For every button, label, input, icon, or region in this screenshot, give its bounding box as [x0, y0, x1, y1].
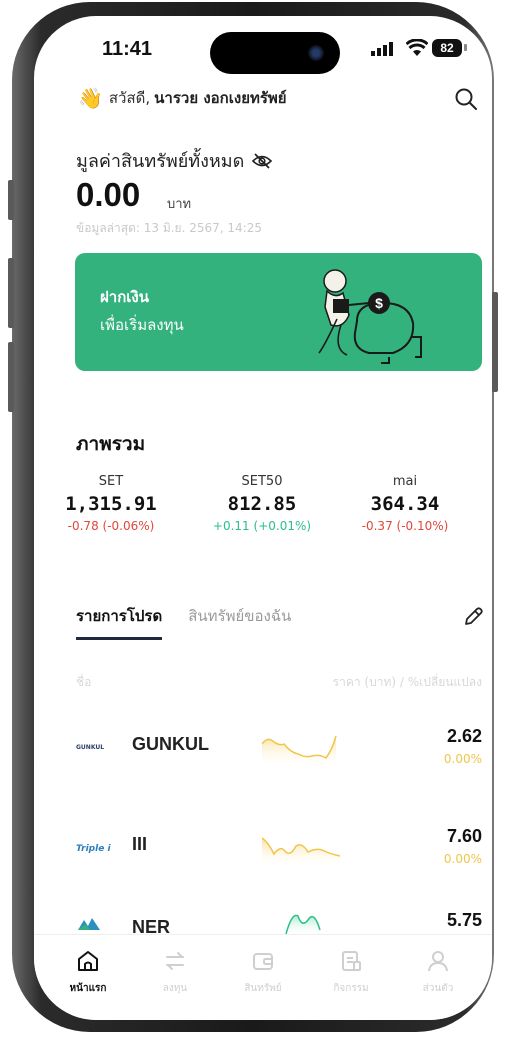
app-screen: 11:41 82 👋 สวัสดี, นารวย งอกเงยทรัพย์ มู… [34, 16, 492, 1020]
cellular-signal-icon [371, 42, 393, 56]
svg-text:$: $ [375, 295, 383, 311]
person-icon [428, 951, 448, 972]
last-updated: ข้อมูลล่าสุด: 13 มิ.ย. 2567, 14:25 [76, 221, 262, 235]
waving-hand-icon: 👋 [78, 86, 103, 110]
overview-title: ภาพรวม [76, 433, 146, 455]
power-button [492, 292, 498, 392]
index-value: 364.34 [370, 493, 440, 515]
greeting-text: สวัสดี, [108, 89, 151, 107]
nav-label: ลงทุน [162, 983, 188, 994]
index-set50[interactable]: SET50 812.85 +0.11 (+0.01%) [197, 474, 327, 533]
pencil-icon[interactable] [462, 606, 484, 628]
index-value: 812.85 [227, 493, 297, 515]
stock-symbol: GUNKUL [132, 734, 209, 754]
tab-favorites[interactable]: รายการโปรด [76, 604, 163, 640]
nav-label: หน้าแรก [69, 983, 107, 994]
sparkline-chart [285, 914, 321, 936]
total-assets-title: มูลค่าสินทรัพย์ทั้งหมด [76, 151, 245, 172]
list-item-iii[interactable]: Triple i III 7.60 0.00% [34, 816, 492, 886]
transfer-arrows-icon [166, 952, 184, 970]
index-change: -0.78 (-0.06%) [67, 519, 155, 533]
deposit-banner[interactable]: ฝากเงิน เพื่อเริ่มลงทุน $ [75, 253, 482, 371]
eye-off-icon[interactable] [252, 152, 273, 169]
stock-price: 5.75 [446, 910, 482, 930]
stock-symbol: III [132, 834, 148, 854]
total-assets-unit: บาท [167, 197, 192, 212]
battery-icon: 82 [432, 39, 462, 57]
index-set[interactable]: SET 1,315.91 -0.78 (-0.06%) [46, 474, 176, 533]
nav-home[interactable]: หน้าแรก [48, 949, 128, 996]
column-price-header: ราคา (บาท) / %เปลี่ยนแปลง [332, 675, 482, 689]
nav-activity[interactable]: กิจกรรม [311, 949, 391, 996]
column-name-header: ชื่อ [76, 675, 92, 689]
stock-change: 0.00% [443, 752, 482, 766]
stock-price: 7.60 [446, 826, 482, 846]
document-icon [342, 951, 361, 971]
total-assets-value: 0.00 [76, 176, 141, 213]
index-change: -0.37 (-0.10%) [361, 519, 449, 533]
gunkul-logo: GUNKUL [76, 744, 105, 751]
mute-switch [8, 180, 14, 220]
index-change: +0.11 (+0.01%) [212, 519, 312, 533]
nav-invest[interactable]: ลงทุน [135, 949, 215, 996]
index-value: 1,315.91 [65, 493, 157, 515]
stock-change: 0.00% [443, 852, 482, 866]
home-icon [78, 951, 98, 971]
tab-my-assets[interactable]: สินทรัพย์ของฉัน [188, 604, 291, 640]
volume-down-button [8, 342, 14, 412]
nav-profile[interactable]: ส่วนตัว [398, 949, 478, 996]
nav-label: ส่วนตัว [422, 983, 454, 994]
status-bar: 11:41 82 [34, 16, 492, 74]
ner-logo-icon [78, 918, 100, 930]
index-name: SET50 [241, 474, 283, 489]
battery-tip [464, 44, 467, 51]
deposit-title: ฝากเงิน [100, 288, 149, 306]
status-time: 11:41 [102, 38, 153, 60]
index-mai[interactable]: mai 364.34 -0.37 (-0.10%) [340, 474, 470, 533]
nav-label: กิจกรรม [333, 983, 369, 994]
camera-icon [308, 45, 324, 61]
total-assets-label: มูลค่าสินทรัพย์ทั้งหมด [76, 146, 273, 175]
deposit-subtitle: เพื่อเริ่มลงทุน [100, 316, 184, 334]
bottom-nav: หน้าแรก ลงทุน สินทรัพย์ กิจกรรม ส่วนตัว [34, 934, 492, 1020]
dynamic-island [210, 32, 340, 74]
user-name: นารวย งอกเงยทรัพย์ [154, 89, 287, 107]
volume-up-button [8, 258, 14, 328]
watchlist-tabs: รายการโปรด สินทรัพย์ของฉัน [76, 604, 317, 640]
nav-assets[interactable]: สินทรัพย์ [223, 949, 303, 996]
wallet-icon [253, 953, 273, 970]
list-item-gunkul[interactable]: GUNKUL GUNKUL 2.62 0.00% [34, 716, 492, 786]
sparkline-chart [262, 837, 341, 868]
search-icon[interactable] [454, 87, 478, 111]
sparkline-chart [262, 735, 337, 768]
piggy-bank-illustration: $ [318, 269, 422, 364]
greeting: 👋 สวัสดี, นารวย งอกเงยทรัพย์ [78, 86, 287, 110]
wifi-icon [406, 39, 428, 56]
index-name: mai [392, 474, 418, 489]
phone-frame: 11:41 82 👋 สวัสดี, นารวย งอกเงยทรัพย์ มู… [8, 2, 498, 1032]
triple-i-logo: Triple i [76, 844, 111, 854]
stock-price: 2.62 [446, 726, 482, 746]
index-name: SET [98, 474, 124, 489]
nav-label: สินทรัพย์ [244, 983, 282, 994]
